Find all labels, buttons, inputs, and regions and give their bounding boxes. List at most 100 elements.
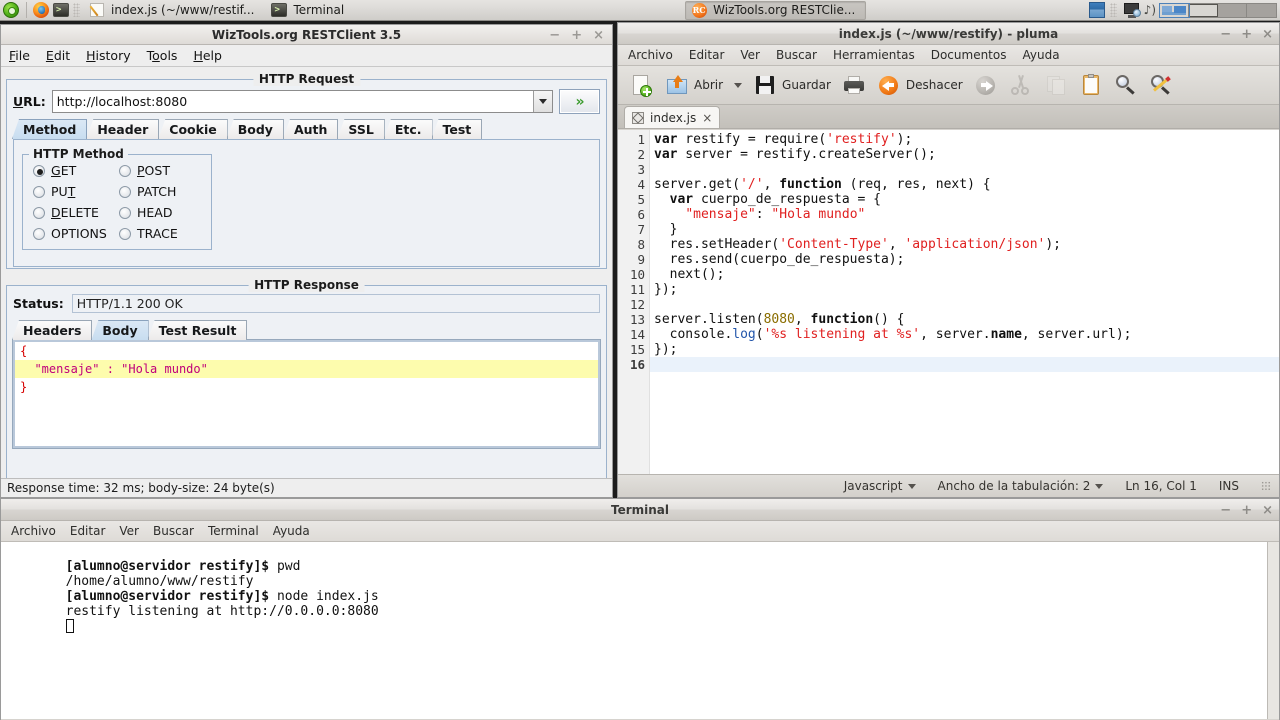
radio-post[interactable]: POST	[119, 163, 201, 178]
menu-edit[interactable]: Edit	[46, 48, 70, 63]
menu-history[interactable]: History	[86, 48, 130, 63]
network-icon[interactable]	[1123, 2, 1141, 18]
tab-method[interactable]: Method	[12, 119, 88, 139]
close-button[interactable]: ×	[1262, 504, 1273, 517]
close-icon[interactable]: ×	[702, 111, 712, 125]
tab-etc[interactable]: Etc.	[383, 119, 433, 139]
maximize-button[interactable]: +	[1241, 28, 1252, 41]
terminal-scrollbar[interactable]	[1267, 542, 1279, 719]
url-input[interactable]	[52, 91, 533, 112]
menu-archivo[interactable]: Archivo	[11, 524, 56, 538]
new-document-button[interactable]	[626, 68, 658, 102]
tab-cookie[interactable]: Cookie	[158, 119, 228, 139]
tab-test[interactable]: Test	[431, 119, 483, 139]
print-button[interactable]	[838, 68, 870, 102]
menu-editar[interactable]: Editar	[70, 524, 106, 538]
code-editor[interactable]: 1 2 3 4 5 6 7 8 9 10 11 12 13 14 15 16 v…	[618, 130, 1279, 474]
minimize-button[interactable]: −	[1220, 28, 1231, 41]
document-tab-index-js[interactable]: index.js ×	[624, 106, 721, 128]
copy-icon	[1044, 73, 1068, 97]
radio-delete[interactable]: DELETE	[33, 205, 119, 220]
firefox-launcher[interactable]	[31, 1, 51, 19]
find-icon	[1114, 73, 1138, 97]
workspace-1[interactable]	[1159, 2, 1190, 18]
tab-ssl[interactable]: SSL	[337, 119, 385, 139]
menu-ver[interactable]: Ver	[119, 524, 139, 538]
workspace-2[interactable]	[1189, 3, 1218, 17]
radio-put[interactable]: PUT	[33, 184, 119, 199]
workspace-3[interactable]	[1218, 3, 1247, 17]
tab-headers[interactable]: Headers	[12, 320, 93, 340]
radio-head[interactable]: HEAD	[119, 205, 201, 220]
menu-ayuda[interactable]: Ayuda	[1022, 48, 1059, 62]
taskbar-item-restclient[interactable]: RC WizTools.org RESTClie...	[685, 0, 867, 20]
url-history-dropdown-button[interactable]	[533, 91, 552, 112]
minimize-button[interactable]: −	[549, 29, 560, 42]
volume-icon[interactable]: ♪)	[1144, 4, 1156, 16]
maximize-button[interactable]: +	[1241, 504, 1252, 517]
menu-herramientas[interactable]: Herramientas	[833, 48, 915, 62]
menu-file[interactable]: File	[9, 48, 30, 63]
tray-grip[interactable]	[1109, 3, 1117, 17]
restclient-icon: RC	[691, 2, 707, 18]
undo-button[interactable]: Deshacer	[873, 68, 967, 102]
save-button[interactable]: Guardar	[749, 68, 835, 102]
shell-prompt: [alumno@servidor restify]$	[65, 559, 270, 574]
code-text-area[interactable]: var restify = require('restify'); var se…	[650, 130, 1279, 474]
url-combo[interactable]	[51, 90, 553, 113]
open-dropdown-button[interactable]	[730, 68, 746, 102]
menu-archivo[interactable]: Archivo	[628, 48, 673, 62]
taskbar-grip[interactable]	[73, 3, 80, 17]
terminal-output[interactable]: [alumno@servidor restify]$ pwd /home/alu…	[1, 542, 1279, 719]
radio-trace[interactable]: TRACE	[119, 226, 201, 241]
replace-button[interactable]	[1145, 68, 1177, 102]
send-request-button[interactable]: »	[559, 89, 600, 114]
terminal-menubar: Archivo Editar Ver Buscar Terminal Ayuda	[1, 521, 1279, 542]
menu-terminal[interactable]: Terminal	[208, 524, 259, 538]
menu-ayuda[interactable]: Ayuda	[273, 524, 310, 538]
terminal-launcher[interactable]: >	[51, 1, 71, 19]
menu-help[interactable]: Help	[193, 48, 222, 63]
terminal-titlebar[interactable]: Terminal − + ×	[1, 499, 1279, 521]
shell-output: /home/alumno/www/restify	[65, 574, 254, 589]
taskbar-item-terminal[interactable]: > Terminal	[265, 1, 355, 20]
close-button[interactable]: ×	[1262, 28, 1273, 41]
open-button[interactable]: Abrir	[661, 68, 727, 102]
tab-width-selector[interactable]: Ancho de la tabulación: 2	[938, 479, 1104, 493]
menu-buscar[interactable]: Buscar	[776, 48, 817, 62]
code-line-current	[650, 357, 1279, 372]
close-button[interactable]: ×	[593, 29, 604, 42]
maximize-button[interactable]: +	[571, 29, 582, 42]
menu-tools[interactable]: Tools	[147, 48, 178, 63]
menu-editar[interactable]: Editar	[689, 48, 725, 62]
minimize-button[interactable]: −	[1220, 504, 1231, 517]
language-selector[interactable]: Javascript	[844, 479, 916, 493]
tab-auth[interactable]: Auth	[282, 119, 339, 139]
redo-button[interactable]	[970, 68, 1002, 102]
response-body-viewer[interactable]: { "mensaje" : "Hola mundo" }	[12, 339, 601, 449]
shell-output: restify listening at http://0.0.0.0:8080	[65, 604, 379, 619]
resize-grip[interactable]	[1261, 481, 1271, 491]
tab-response-body[interactable]: Body	[91, 320, 149, 340]
tab-body[interactable]: Body	[226, 119, 284, 139]
tab-header[interactable]: Header	[86, 119, 160, 139]
restclient-titlebar[interactable]: WizTools.org RESTClient 3.5 − + ×	[1, 25, 612, 45]
radio-get[interactable]: GET	[33, 163, 119, 178]
start-menu-button[interactable]	[0, 0, 22, 20]
menu-ver[interactable]: Ver	[740, 48, 760, 62]
tray-app-icon[interactable]	[1088, 2, 1105, 18]
menu-buscar[interactable]: Buscar	[153, 524, 194, 538]
system-tray: ♪)	[1088, 0, 1280, 21]
radio-options[interactable]: OPTIONS	[33, 226, 119, 241]
taskbar-item-pluma[interactable]: index.js (~/www/restif...	[83, 1, 265, 20]
workspace-switcher[interactable]	[1159, 2, 1277, 18]
paste-button[interactable]	[1075, 68, 1107, 102]
tab-test-result[interactable]: Test Result	[147, 320, 248, 340]
cut-button	[1005, 68, 1037, 102]
line-number: 5	[637, 192, 645, 207]
menu-documentos[interactable]: Documentos	[931, 48, 1007, 62]
find-button[interactable]	[1110, 68, 1142, 102]
radio-patch[interactable]: PATCH	[119, 184, 201, 199]
pluma-titlebar[interactable]: index.js (~/www/restify) - pluma − + ×	[618, 23, 1279, 45]
workspace-4[interactable]	[1247, 3, 1276, 17]
